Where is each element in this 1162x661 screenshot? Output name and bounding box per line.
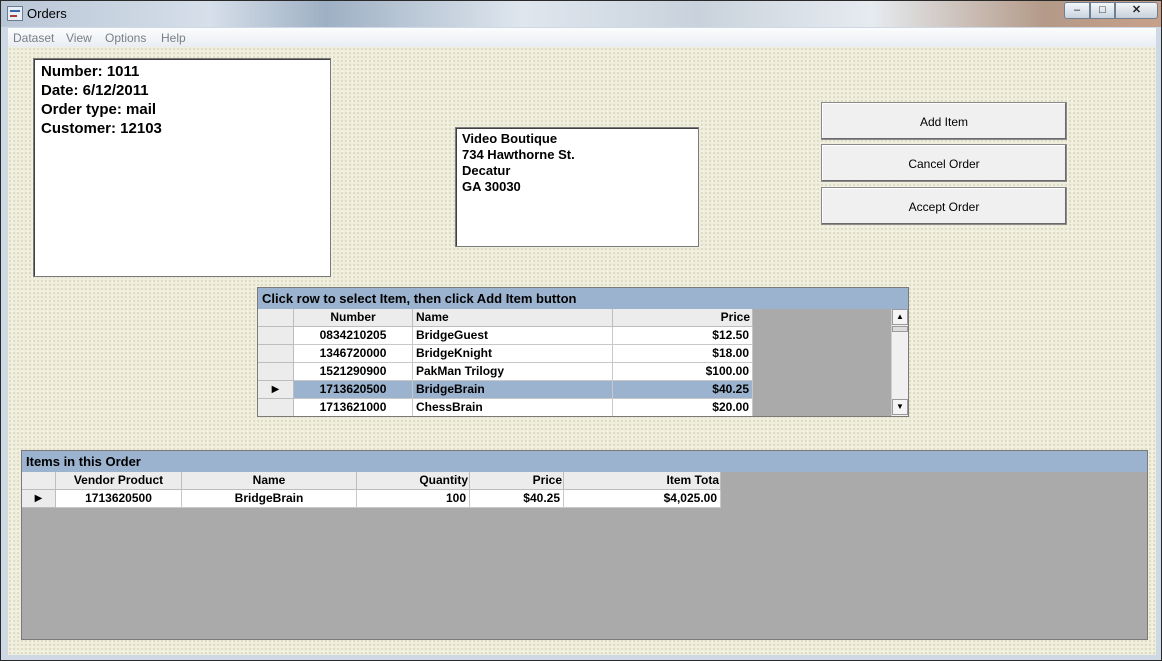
product-price-cell[interactable]: $40.25 <box>613 381 753 399</box>
product-price-cell[interactable]: $20.00 <box>613 399 753 416</box>
menu-dataset[interactable]: Dataset <box>13 31 54 45</box>
product-grid: Click row to select Item, then click Add… <box>257 287 909 417</box>
address-line-4: GA 30030 <box>462 179 521 194</box>
product-number-cell[interactable]: 1713620500 <box>294 381 413 399</box>
orders-window: Orders – □ ✕ Dataset View Options Help N… <box>0 0 1162 661</box>
client-area: Number: 1011 Date: 6/12/2011 Order type:… <box>8 47 1156 655</box>
address-line-3: Decatur <box>462 163 511 178</box>
quantity-cell[interactable]: 100 <box>357 490 470 508</box>
product-name-cell[interactable]: BridgeBrain <box>413 381 613 399</box>
menu-bar: Dataset View Options Help <box>8 28 1156 48</box>
close-button[interactable]: ✕ <box>1115 2 1158 19</box>
column-header-quantity[interactable]: Quantity <box>357 472 470 490</box>
maximize-button[interactable]: □ <box>1090 2 1115 19</box>
menu-view[interactable]: View <box>66 31 92 45</box>
order-number: Number: 1011 <box>41 63 140 80</box>
row-selector[interactable] <box>258 399 294 416</box>
product-name-cell[interactable]: PakMan Trilogy <box>413 363 613 381</box>
column-header-name[interactable]: Name <box>413 309 613 327</box>
product-price-cell[interactable]: $100.00 <box>613 363 753 381</box>
order-type: Order type: mail <box>41 101 157 118</box>
scroll-thumb[interactable] <box>892 326 908 332</box>
menu-options[interactable]: Options <box>105 31 146 45</box>
scroll-up-icon[interactable]: ▲ <box>892 309 908 325</box>
title-bar[interactable]: Orders – □ ✕ <box>1 1 1161 27</box>
accept-order-button[interactable]: Accept Order <box>821 187 1067 225</box>
product-number-cell[interactable]: 1346720000 <box>294 345 413 363</box>
column-header-price[interactable]: Price <box>470 472 564 490</box>
product-name-cell[interactable]: BridgeKnight <box>413 345 613 363</box>
current-row-indicator-icon[interactable]: ▶ <box>258 381 294 399</box>
address-line-1: Video Boutique <box>462 131 558 146</box>
product-price-cell[interactable]: $12.50 <box>613 327 753 345</box>
product-name-cell[interactable]: BridgeGuest <box>413 327 613 345</box>
product-number-cell[interactable]: 1521290900 <box>294 363 413 381</box>
order-items-grid: Items in this Order Vendor Product Name … <box>21 450 1148 640</box>
row-selector[interactable] <box>258 345 294 363</box>
row-selector[interactable] <box>258 363 294 381</box>
menu-help[interactable]: Help <box>161 31 186 45</box>
add-item-button[interactable]: Add Item <box>821 102 1067 140</box>
column-header-item-total[interactable]: Item Tota <box>564 472 721 490</box>
order-customer: Customer: 12103 <box>41 120 162 137</box>
row-header-corner <box>258 309 294 327</box>
product-number-cell[interactable]: 0834210205 <box>294 327 413 345</box>
address-line-2: 734 Hawthorne St. <box>462 147 575 162</box>
item-total-cell[interactable]: $4,025.00 <box>564 490 721 508</box>
column-header-price[interactable]: Price <box>613 309 753 327</box>
column-header-vendor-product[interactable]: Vendor Product <box>56 472 182 490</box>
product-grid-caption: Click row to select Item, then click Add… <box>258 288 908 309</box>
product-number-cell[interactable]: 1713621000 <box>294 399 413 416</box>
customer-address-box: Video Boutique 734 Hawthorne St. Decatur… <box>455 127 699 247</box>
product-name-cell[interactable]: ChessBrain <box>413 399 613 416</box>
column-header-name[interactable]: Name <box>182 472 357 490</box>
order-info-box: Number: 1011 Date: 6/12/2011 Order type:… <box>33 58 331 277</box>
scroll-down-icon[interactable]: ▼ <box>892 399 908 415</box>
vendor-product-cell[interactable]: 1713620500 <box>56 490 182 508</box>
order-date: Date: 6/12/2011 <box>41 82 149 99</box>
order-grid-caption: Items in this Order <box>22 451 1147 472</box>
cancel-order-button[interactable]: Cancel Order <box>821 144 1067 182</box>
row-header-corner <box>22 472 56 490</box>
column-header-number[interactable]: Number <box>294 309 413 327</box>
row-selector[interactable] <box>258 327 294 345</box>
window-title: Orders <box>27 6 67 21</box>
current-row-indicator-icon[interactable]: ▶ <box>22 490 56 508</box>
item-name-cell[interactable]: BridgeBrain <box>182 490 357 508</box>
product-grid-scrollbar[interactable]: ▲ ▼ <box>891 309 908 416</box>
price-cell[interactable]: $40.25 <box>470 490 564 508</box>
product-price-cell[interactable]: $18.00 <box>613 345 753 363</box>
minimize-button[interactable]: – <box>1064 2 1090 19</box>
app-icon <box>7 6 23 21</box>
